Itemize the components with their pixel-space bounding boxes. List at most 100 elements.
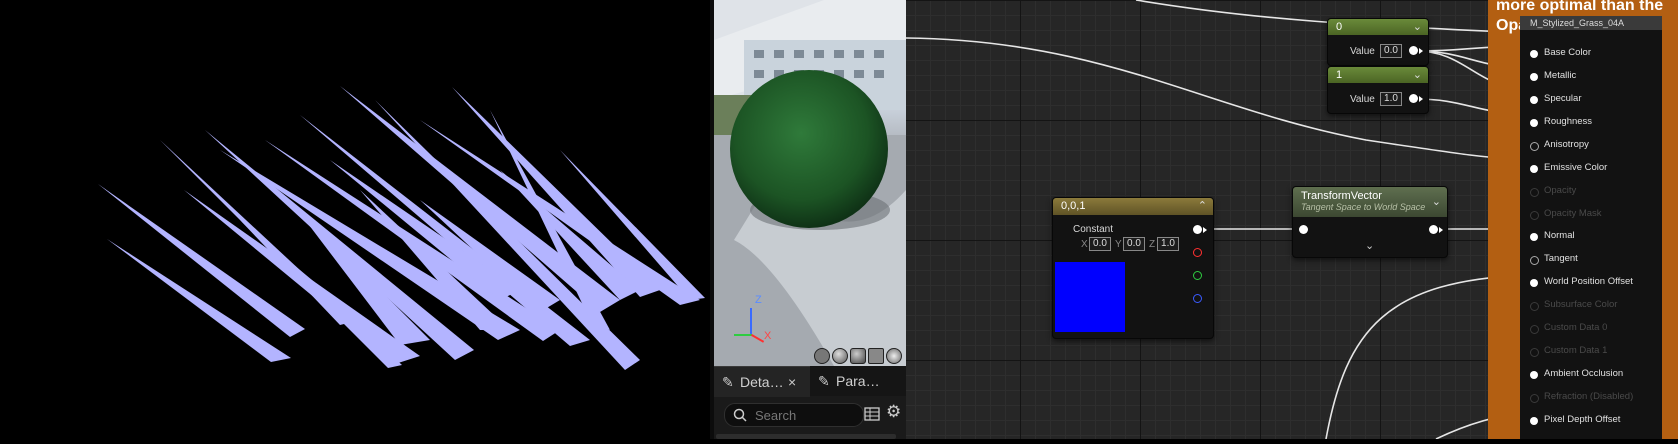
search-input[interactable] <box>753 406 861 424</box>
y-value-field[interactable]: 0.0 <box>1123 237 1145 251</box>
input-pin[interactable] <box>1530 371 1538 379</box>
expand-chevron-icon[interactable]: ⌄ <box>1365 239 1374 252</box>
gear-icon[interactable]: ⚙ <box>886 402 901 422</box>
value-field[interactable]: 0.0 <box>1380 44 1402 58</box>
input-pin[interactable] <box>1530 348 1539 357</box>
result-input-row[interactable]: Specular <box>1520 92 1662 108</box>
axis-z-label: Z <box>755 294 762 306</box>
chevron-down-icon[interactable]: ⌄ <box>1413 68 1422 81</box>
search-icon <box>733 408 747 422</box>
texture-preview <box>0 0 710 439</box>
transform-vector-title: TransformVector <box>1301 190 1382 202</box>
result-input-row[interactable]: World Position Offset <box>1520 275 1662 291</box>
constant-subtitle: Constant <box>1073 224 1114 235</box>
input-pin[interactable] <box>1530 279 1538 287</box>
value-label: Value <box>1350 46 1375 57</box>
rgb-output-pin[interactable] <box>1193 225 1202 234</box>
scalar-node-0[interactable]: 0 ⌄ Value 0.0 <box>1327 18 1429 66</box>
output-arrow-icon <box>1203 227 1207 233</box>
result-node-title: M_Stylized_Grass_04A <box>1520 16 1662 30</box>
input-pin[interactable] <box>1530 325 1539 334</box>
constant3vector-node[interactable]: 0,0,1 ⌃ Constant X 0.0 Y 0.0 Z 1.0 <box>1052 197 1214 339</box>
input-pin[interactable] <box>1530 142 1539 151</box>
input-pin[interactable] <box>1530 211 1539 220</box>
result-input-label: Opacity <box>1544 185 1577 196</box>
chevron-down-icon[interactable]: ⌄ <box>1432 195 1441 208</box>
result-input-label: Anisotropy <box>1544 139 1589 150</box>
result-input-row[interactable]: Opacity Mask <box>1520 207 1662 223</box>
result-input-row[interactable]: Base Color <box>1520 46 1662 62</box>
cube-preview-icon[interactable] <box>868 348 884 364</box>
material-result-node[interactable]: M_Stylized_Grass_04A Base Color Metallic S… <box>1520 16 1662 439</box>
pencil-icon: ✎ <box>818 373 830 389</box>
input-pin[interactable] <box>1530 73 1538 81</box>
g-output-pin[interactable] <box>1193 271 1202 280</box>
table-view-icon[interactable] <box>864 406 880 422</box>
result-input-row[interactable]: Normal <box>1520 229 1662 245</box>
tab-parameters[interactable]: ✎ Para… <box>810 366 906 396</box>
input-pin[interactable] <box>1530 96 1538 104</box>
preview-sphere <box>730 70 888 228</box>
sphere-preview-icon[interactable] <box>832 348 848 364</box>
z-value-field[interactable]: 1.0 <box>1157 237 1179 251</box>
search-field[interactable] <box>724 403 864 427</box>
input-pin[interactable] <box>1530 256 1539 265</box>
chevron-down-icon[interactable]: ⌄ <box>1413 20 1422 33</box>
r-output-pin[interactable] <box>1193 248 1202 257</box>
details-panel: ✎ Deta… × ✎ Para… ⚙ <box>714 366 906 439</box>
result-input-row[interactable]: Refraction (Disabled) <box>1520 390 1662 406</box>
result-input-row[interactable]: Subsurface Color <box>1520 298 1662 314</box>
transform-vector-node[interactable]: TransformVector Tangent Space to World S… <box>1292 186 1448 258</box>
input-pin[interactable] <box>1530 302 1539 311</box>
horizontal-scrollbar[interactable] <box>716 434 896 439</box>
tab-details[interactable]: ✎ Deta… × <box>714 366 810 397</box>
result-input-label: Emissive Color <box>1544 162 1608 173</box>
x-value-field[interactable]: 0.0 <box>1089 237 1111 251</box>
input-pin[interactable] <box>1530 417 1538 425</box>
result-input-label: Custom Data 0 <box>1544 322 1608 333</box>
result-input-label: Refraction (Disabled) <box>1544 391 1634 402</box>
input-pin[interactable] <box>1530 188 1539 197</box>
transform-vector-header: TransformVector Tangent Space to World S… <box>1293 187 1447 217</box>
input-pin[interactable] <box>1530 119 1538 127</box>
material-preview-viewport[interactable]: Z X <box>714 0 906 366</box>
output-pin[interactable] <box>1409 46 1418 55</box>
output-arrow-icon <box>1439 227 1443 233</box>
result-input-row[interactable]: Custom Data 1 <box>1520 344 1662 360</box>
result-input-row[interactable]: Metallic <box>1520 69 1662 85</box>
input-pin[interactable] <box>1530 50 1538 58</box>
output-pin[interactable] <box>1409 94 1418 103</box>
plane-preview-icon[interactable] <box>850 348 866 364</box>
preview-mesh-toolbar <box>812 346 906 364</box>
input-pin[interactable] <box>1530 233 1538 241</box>
result-input-row[interactable]: Roughness <box>1520 115 1662 131</box>
result-input-row[interactable]: Pixel Depth Offset <box>1520 413 1662 429</box>
result-input-row[interactable]: Tangent <box>1520 252 1662 268</box>
result-input-label: Metallic <box>1544 70 1577 81</box>
cylinder-preview-icon[interactable] <box>814 348 830 364</box>
result-input-row[interactable]: Anisotropy <box>1520 138 1662 154</box>
output-pin[interactable] <box>1429 225 1438 234</box>
result-input-row[interactable]: Custom Data 0 <box>1520 321 1662 337</box>
result-input-label: Ambient Occlusion <box>1544 368 1624 379</box>
input-pin[interactable] <box>1530 165 1538 173</box>
z-label: Z <box>1149 239 1156 250</box>
result-input-label: Tangent <box>1544 253 1578 264</box>
result-input-label: Base Color <box>1544 47 1591 58</box>
value-field[interactable]: 1.0 <box>1380 92 1402 106</box>
result-input-label: Opacity Mask <box>1544 208 1602 219</box>
b-output-pin[interactable] <box>1193 294 1202 303</box>
result-input-row[interactable]: Ambient Occlusion <box>1520 367 1662 383</box>
input-pin[interactable] <box>1530 394 1539 403</box>
axis-gizmo: Z X <box>734 294 780 345</box>
result-input-row[interactable]: Emissive Color <box>1520 161 1662 177</box>
axis-x-label: X <box>764 330 772 342</box>
scalar-node-1[interactable]: 1 ⌄ Value 1.0 <box>1327 66 1429 114</box>
chevron-up-icon[interactable]: ⌃ <box>1198 199 1207 212</box>
input-pin[interactable] <box>1299 225 1308 234</box>
color-swatch <box>1055 262 1125 332</box>
close-tab-icon[interactable]: × <box>788 367 796 397</box>
grass-blade-texture <box>98 86 705 370</box>
result-input-row[interactable]: Opacity <box>1520 184 1662 200</box>
custom-mesh-preview-icon[interactable] <box>886 348 902 364</box>
